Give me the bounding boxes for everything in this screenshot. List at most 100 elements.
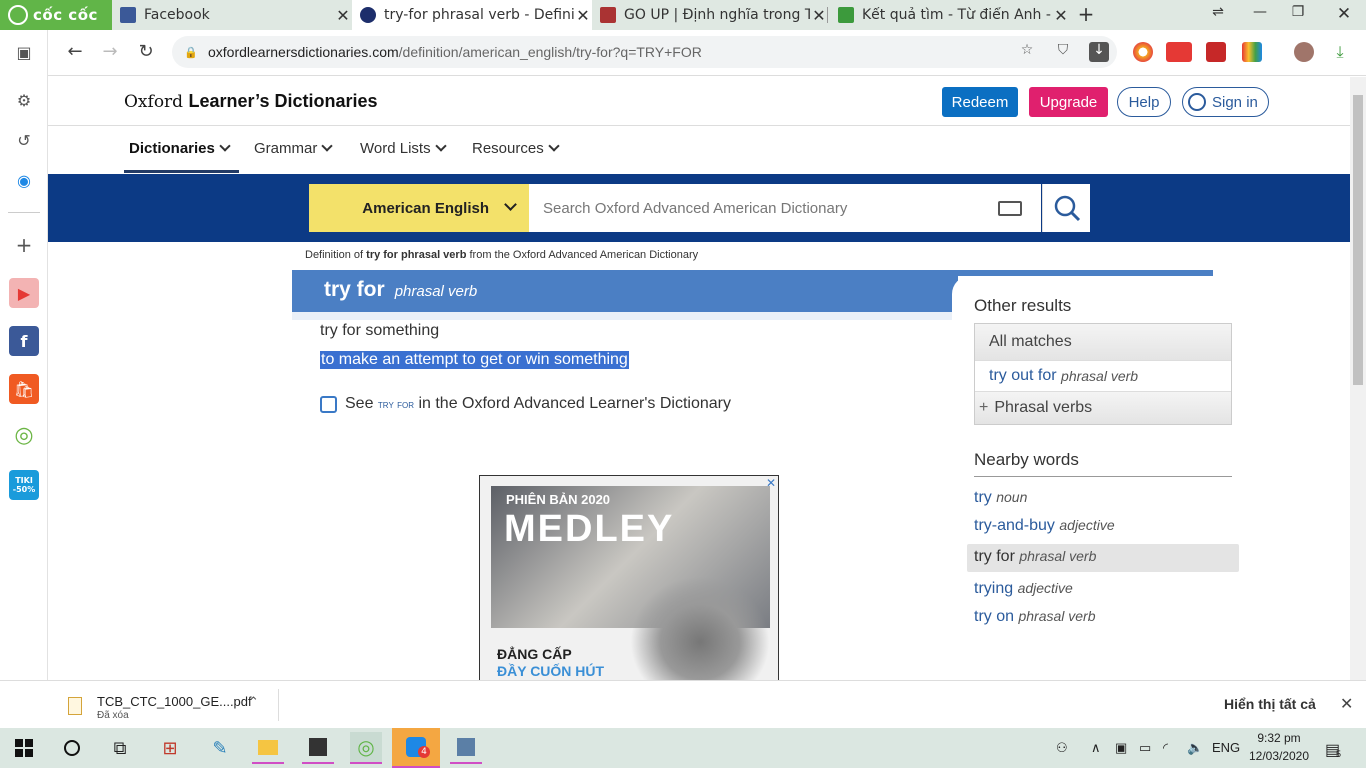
tab-close-icon[interactable]: ✕ bbox=[574, 6, 592, 25]
volume-icon[interactable]: 🔈 bbox=[1187, 740, 1203, 756]
downloads-icon[interactable]: ⤓ bbox=[1330, 42, 1350, 62]
history-icon[interactable]: ↺ bbox=[9, 125, 39, 155]
coccoc-taskbar-icon[interactable]: ◎ bbox=[350, 732, 382, 764]
nearby-pos: noun bbox=[996, 489, 1028, 505]
other-results-box: All matches try out for phrasal verb + Ph… bbox=[974, 323, 1232, 425]
shopping-extension-icon[interactable] bbox=[1206, 42, 1226, 62]
battery-icon[interactable]: ▭ bbox=[1139, 740, 1151, 756]
close-window-icon[interactable]: ✕ bbox=[1332, 4, 1356, 26]
tab-separator bbox=[827, 7, 828, 23]
youtube-icon[interactable]: ▶ bbox=[9, 278, 39, 308]
nearby-item[interactable]: trying adjective bbox=[974, 580, 1073, 598]
keyboard-icon[interactable] bbox=[998, 201, 1022, 216]
tab-try-for[interactable]: try-for phrasal verb - Definiti ✕ bbox=[352, 0, 592, 30]
menu-resources[interactable]: Resources bbox=[472, 140, 560, 157]
address-bar[interactable]: 🔒 oxfordlearnersdictionaries.com/definit… bbox=[172, 36, 1117, 68]
advertisement[interactable]: PHIÊN BẢN 2020 MEDLEY ĐẲNG CẤP ĐẦY CUỐN … bbox=[479, 475, 779, 680]
search-button[interactable] bbox=[1042, 184, 1090, 232]
see-also-link[interactable]: See try for in the Oxford Advanced Learn… bbox=[345, 395, 731, 413]
tab-close-icon[interactable]: ✕ bbox=[334, 6, 352, 25]
menu-label: Resources bbox=[472, 140, 544, 157]
wifi-icon[interactable]: ◜ bbox=[1163, 740, 1168, 756]
back-icon[interactable]: ← bbox=[62, 41, 88, 65]
paint-icon[interactable]: ✎ bbox=[204, 732, 236, 764]
tab-ket-qua[interactable]: Kết quả tìm - Từ điển Anh - V ✕ bbox=[830, 0, 1070, 30]
bookmark-star-icon[interactable]: ☆ bbox=[1017, 42, 1037, 62]
clock-time[interactable]: 9:32 pm bbox=[1252, 731, 1306, 745]
download-filename[interactable]: TCB_CTC_1000_GE....pdf bbox=[97, 694, 252, 709]
people-icon[interactable]: ⚇ bbox=[1056, 740, 1068, 756]
facebook-shortcut-icon[interactable]: f bbox=[9, 326, 39, 356]
scrollbar-thumb[interactable] bbox=[1353, 95, 1363, 385]
page-scrollbar[interactable] bbox=[1350, 77, 1366, 680]
forward-icon[interactable]: → bbox=[97, 41, 123, 65]
result-item[interactable]: try out for phrasal verb bbox=[975, 360, 1231, 392]
ad-line1: PHIÊN BẢN 2020 bbox=[506, 492, 611, 507]
sidebar-toggle-icon[interactable]: ▣ bbox=[9, 37, 39, 67]
menu-grammar[interactable]: Grammar bbox=[254, 140, 334, 157]
new-tab-button[interactable]: + bbox=[1075, 4, 1097, 26]
coccoc-extension-icon[interactable] bbox=[1133, 42, 1153, 62]
color-extension-icon[interactable] bbox=[1242, 42, 1262, 62]
tab-search-icon[interactable]: ⇌ bbox=[1206, 4, 1230, 26]
settings-gear-icon[interactable]: ⚙ bbox=[9, 85, 39, 115]
upgrade-button[interactable]: Upgrade bbox=[1029, 87, 1108, 117]
cambridge-favicon-icon bbox=[600, 7, 616, 23]
download-menu-chevron-icon[interactable]: ⌃ bbox=[248, 695, 259, 710]
menu-dictionaries[interactable]: Dictionaries bbox=[129, 140, 231, 157]
nearby-word: try for bbox=[974, 548, 1015, 565]
tab-close-icon[interactable]: ✕ bbox=[810, 6, 828, 25]
notes-glyph bbox=[309, 738, 327, 756]
snipping-tool-icon[interactable]: ⊞ bbox=[154, 732, 186, 764]
nearby-item[interactable]: try-and-buy adjective bbox=[974, 517, 1115, 535]
nearby-item[interactable]: try noun bbox=[974, 489, 1027, 507]
redeem-button[interactable]: Redeem bbox=[942, 87, 1018, 117]
download-divider bbox=[278, 689, 279, 721]
tab-go-up[interactable]: GO UP | Định nghĩa trong Từ ✕ bbox=[592, 0, 828, 30]
shield-icon[interactable]: ⛉ bbox=[1053, 42, 1073, 62]
shopee-icon[interactable]: 🛍 bbox=[9, 374, 39, 404]
search-input[interactable]: Search Oxford Advanced American Dictiona… bbox=[529, 184, 1041, 232]
zalo-taskbar-icon[interactable]: 4 bbox=[392, 728, 440, 768]
file-explorer-icon[interactable] bbox=[252, 732, 284, 764]
language-select[interactable]: American English bbox=[309, 184, 529, 232]
phrasal-verbs-item[interactable]: + Phrasal verbs bbox=[975, 392, 1231, 424]
reload-icon[interactable]: ↻ bbox=[133, 41, 159, 65]
new-extension-icon[interactable] bbox=[1166, 42, 1192, 62]
nearby-item[interactable]: try on phrasal verb bbox=[974, 608, 1096, 626]
site-logo[interactable]: Oxford Learner’s Dictionaries bbox=[124, 91, 378, 112]
show-all-downloads[interactable]: Hiển thị tất cả bbox=[1224, 696, 1316, 712]
tab-close-icon[interactable]: ✕ bbox=[1052, 6, 1070, 25]
menu-word-lists[interactable]: Word Lists bbox=[360, 140, 447, 157]
add-shortcut-icon[interactable]: + bbox=[9, 230, 39, 260]
circle-glyph bbox=[64, 740, 80, 756]
all-matches-item[interactable]: All matches bbox=[975, 324, 1231, 360]
tab-facebook[interactable]: Facebook ✕ bbox=[112, 0, 352, 30]
ad-close-icon[interactable]: ✕ bbox=[766, 476, 776, 490]
minimize-icon[interactable]: — bbox=[1248, 4, 1272, 26]
clock-date[interactable]: 12/03/2020 bbox=[1248, 749, 1310, 763]
task-view-icon[interactable]: ⧉ bbox=[104, 732, 136, 764]
messenger-icon[interactable]: ◉ bbox=[9, 165, 39, 195]
help-button[interactable]: Help bbox=[1117, 87, 1171, 117]
tray-app-icon[interactable]: ▣ bbox=[1115, 740, 1127, 756]
windows-start-icon[interactable] bbox=[8, 732, 40, 764]
active-menu-underline bbox=[124, 170, 239, 173]
leaf-favicon-icon bbox=[838, 7, 854, 23]
tray-chevron-icon[interactable]: ∧ bbox=[1091, 740, 1101, 756]
misc-app-icon[interactable] bbox=[450, 732, 482, 764]
browser-menu-button[interactable]: cốc cốc bbox=[0, 0, 112, 30]
tiki-icon[interactable]: TIKI -50% bbox=[9, 470, 39, 500]
search-circle-icon[interactable] bbox=[56, 732, 88, 764]
close-download-bar-icon[interactable]: ✕ bbox=[1340, 694, 1353, 713]
nearby-pos: phrasal verb bbox=[1018, 608, 1096, 624]
coccoc-shortcut-icon[interactable]: ◎ bbox=[9, 420, 39, 450]
sign-in-button[interactable]: Sign in bbox=[1182, 87, 1269, 117]
input-language[interactable]: ENG bbox=[1212, 740, 1240, 755]
result-word: try out for bbox=[989, 367, 1057, 384]
nearby-item-current[interactable]: try for phrasal verb bbox=[974, 548, 1096, 566]
restore-icon[interactable]: ❐ bbox=[1286, 4, 1310, 26]
download-page-icon[interactable]: ↓ bbox=[1089, 42, 1109, 62]
notes-app-icon[interactable] bbox=[302, 732, 334, 764]
profile-avatar[interactable] bbox=[1294, 42, 1314, 62]
